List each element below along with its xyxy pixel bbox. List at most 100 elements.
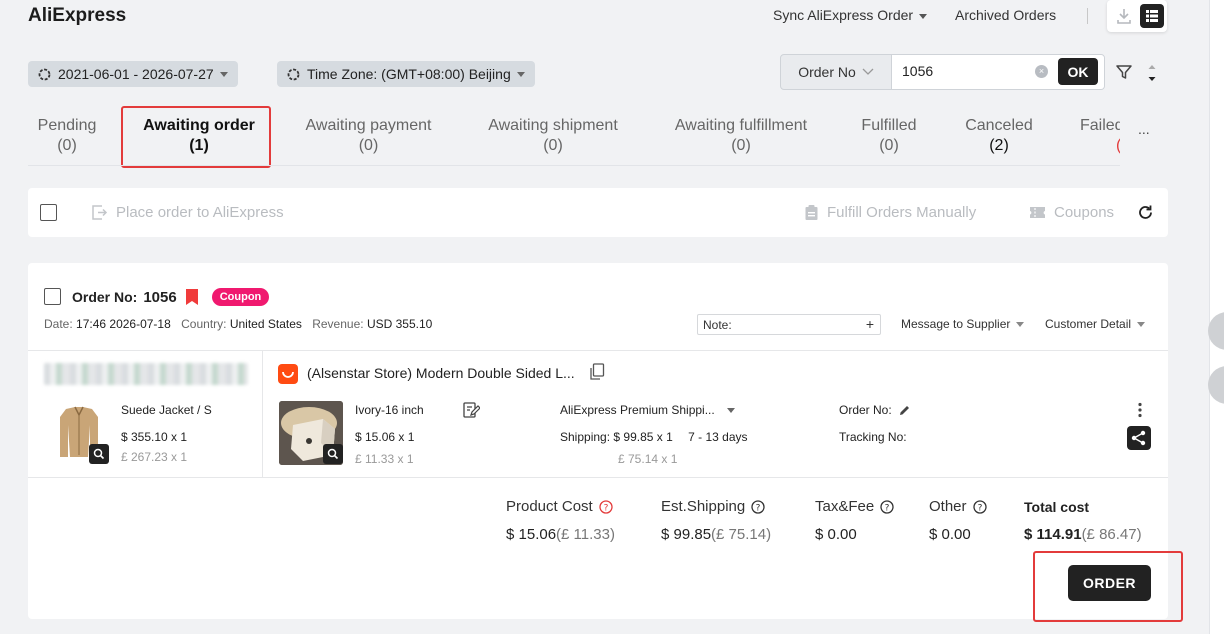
tab-label: Awaiting payment <box>305 117 432 134</box>
est-shipping-label-text: Est.Shipping <box>661 498 746 515</box>
supplier-price: $ 15.06 x 1 <box>355 430 415 444</box>
bookmark-icon[interactable] <box>185 289 199 305</box>
blurred-store-name <box>44 363 248 385</box>
order-search: Order No × OK <box>780 54 1105 90</box>
timezone-picker[interactable]: Time Zone: (GMT+08:00) Beijing <box>277 61 535 87</box>
tax-fee-label-text: Tax&Fee <box>815 498 875 515</box>
total-cost-value: $ 114.91(£ 86.47) <box>1024 526 1142 543</box>
tabs-divider <box>28 165 1120 166</box>
est-shipping-sub: (£ 75.14) <box>711 526 772 543</box>
tab-count: (2) <box>989 137 1009 154</box>
revenue-label: Revenue: <box>312 317 364 331</box>
help-icon[interactable]: ? <box>751 499 765 514</box>
highlight-box-awaiting-order <box>121 106 271 168</box>
search-input-wrap: × OK <box>891 55 1104 89</box>
chevron-down-icon <box>919 13 928 19</box>
tab-count: (0) <box>731 137 751 154</box>
sync-order-dropdown[interactable]: Sync AliExpress Order <box>773 7 928 23</box>
tab-label: Awaiting fulfillment <box>674 117 808 134</box>
supplier-store-title[interactable]: (Alsenstar Store) Modern Double Sided L.… <box>307 365 575 381</box>
shipping-line: Shipping: $ 99.85 x 1 7 - 13 days <box>560 430 748 444</box>
more-vertical-icon[interactable] <box>1137 402 1143 423</box>
app-title: AliExpress <box>28 5 127 26</box>
note-input[interactable]: Note: + <box>697 314 881 335</box>
archived-orders-link[interactable]: Archived Orders <box>955 7 1056 23</box>
tab-count: (0) <box>358 137 379 154</box>
copy-icon[interactable] <box>589 363 605 386</box>
side-scroll-handle[interactable] <box>1208 366 1224 404</box>
help-icon[interactable]: ? <box>599 499 613 514</box>
chevron-down-icon <box>862 68 874 75</box>
coupon-badge: Coupon <box>211 288 270 306</box>
total-cost-amount: $ 114.91 <box>1024 526 1082 543</box>
order-button[interactable]: ORDER <box>1068 565 1151 601</box>
card-divider <box>28 350 1168 351</box>
tab-canceled[interactable]: Canceled (2) <box>960 116 1038 156</box>
order-country: United States <box>229 317 302 331</box>
product-cost-amount: $ 15.06 <box>506 526 557 543</box>
tax-fee-value: $ 0.00 <box>815 526 857 543</box>
product-cost-label: Product Cost ? <box>506 498 613 515</box>
tab-awaiting-fulfillment[interactable]: Awaiting fulfillment (0) <box>665 116 817 156</box>
sync-order-label: Sync AliExpress Order <box>773 7 914 23</box>
cost-divider <box>28 477 1168 478</box>
fulfill-manually-button[interactable]: Fulfill Orders Manually <box>804 204 976 221</box>
chevron-down-icon <box>726 407 735 413</box>
order-revenue: USD 355.10 <box>366 317 433 331</box>
sort-icon[interactable] <box>1146 63 1158 88</box>
edit-variant-icon[interactable] <box>462 401 481 424</box>
country-label: Country: <box>181 317 227 331</box>
fulfill-manually-label: Fulfill Orders Manually <box>827 204 977 221</box>
search-type-label: Order No <box>798 64 856 80</box>
clipboard-icon <box>805 205 818 220</box>
zoom-icon[interactable] <box>323 444 343 464</box>
order-no-value: 1056 <box>143 288 177 306</box>
view-toggle-group <box>1107 0 1167 32</box>
shipping-price: $ 99.85 x 1 <box>613 430 673 444</box>
filter-icon[interactable] <box>1115 63 1133 86</box>
clear-icon[interactable]: × <box>1035 65 1048 78</box>
pencil-icon[interactable] <box>898 404 911 417</box>
tab-awaiting-shipment[interactable]: Awaiting shipment (0) <box>478 116 628 156</box>
customer-detail-label: Customer Detail <box>1045 317 1132 331</box>
tab-awaiting-payment[interactable]: Awaiting payment (0) <box>296 116 441 156</box>
tab-label: Canceled <box>965 117 1033 134</box>
tab-fulfilled[interactable]: Fulfilled (0) <box>855 116 923 156</box>
order-date: 17:46 2026-07-18 <box>76 317 171 331</box>
zoom-icon[interactable] <box>89 444 109 464</box>
est-shipping-value: $ 99.85(£ 75.14) <box>661 526 771 543</box>
product-cost-sub: (£ 11.33) <box>556 526 615 543</box>
shipping-days: 7 - 13 days <box>688 430 748 444</box>
tab-label: Fulfilled <box>861 117 917 134</box>
source-product-name: Suede Jacket / S <box>121 403 212 417</box>
tracking-no-label: Tracking No: <box>839 430 907 444</box>
list-view-icon[interactable] <box>1140 4 1164 28</box>
tabs-more-button[interactable]: ... <box>1138 121 1150 137</box>
coupons-button[interactable]: Coupons <box>1029 204 1114 221</box>
note-label: Note: <box>703 318 732 332</box>
plus-icon[interactable]: + <box>866 316 874 332</box>
clock-icon <box>38 68 51 80</box>
search-ok-button[interactable]: OK <box>1058 58 1098 85</box>
place-order-button[interactable]: Place order to AliExpress <box>91 204 284 221</box>
help-icon[interactable]: ? <box>880 499 894 514</box>
search-type-select[interactable]: Order No <box>781 55 891 89</box>
tab-count: (0) <box>879 137 899 154</box>
help-icon[interactable]: ? <box>972 499 987 514</box>
side-scroll-handle[interactable] <box>1208 312 1224 350</box>
tab-pending[interactable]: Pending (0) <box>34 116 100 156</box>
search-input[interactable] <box>902 63 1022 79</box>
message-supplier-dropdown[interactable]: Message to Supplier <box>901 317 1025 331</box>
download-icon[interactable] <box>1115 7 1133 30</box>
shipping-method-select[interactable]: AliExpress Premium Shippi... <box>560 403 735 417</box>
tab-label: Awaiting shipment <box>488 117 618 134</box>
customer-detail-dropdown[interactable]: Customer Detail <box>1045 317 1146 331</box>
other-cost-label-text: Other <box>929 498 967 515</box>
date-range-picker[interactable]: 2021-06-01 - 2026-07-27 <box>28 61 238 87</box>
total-cost-label: Total cost <box>1024 499 1090 515</box>
other-cost-label: Other ? <box>929 498 987 515</box>
order-checkbox[interactable] <box>44 288 61 305</box>
refresh-icon[interactable] <box>1137 204 1154 226</box>
share-icon[interactable] <box>1127 426 1151 450</box>
select-all-checkbox[interactable] <box>40 204 57 221</box>
